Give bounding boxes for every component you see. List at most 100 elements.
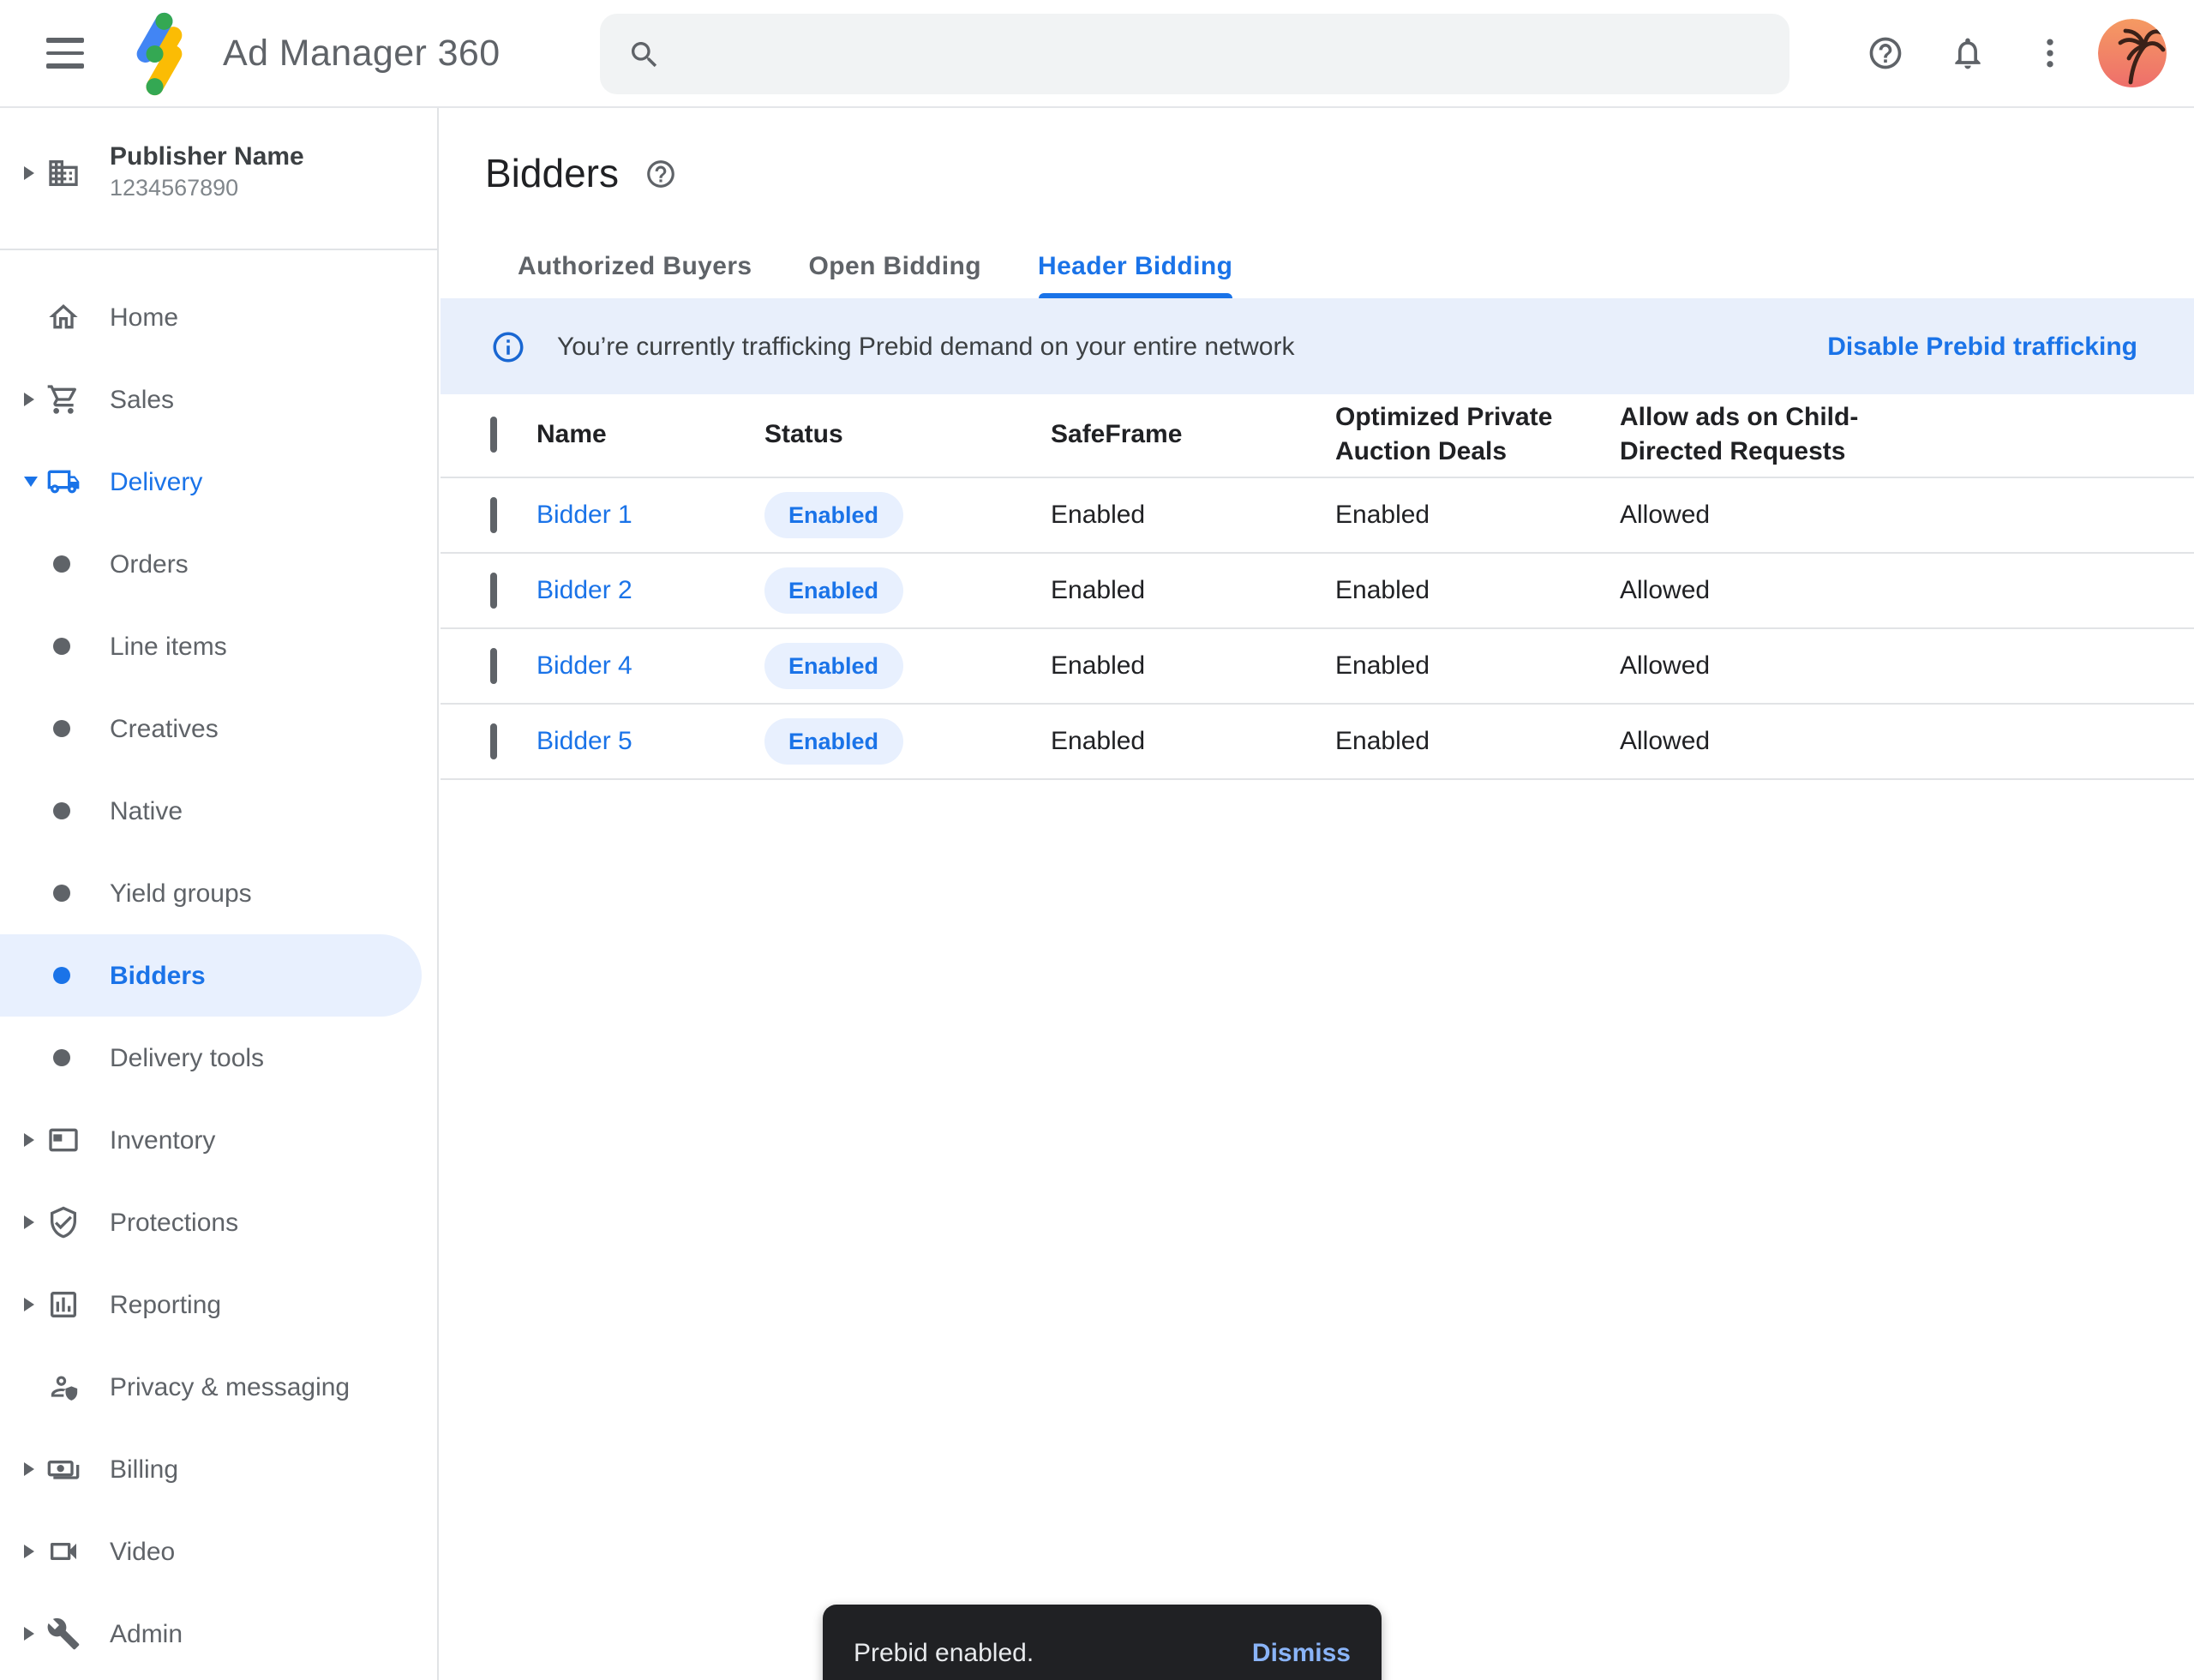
ad-manager-logo-icon xyxy=(125,9,194,98)
shopping-cart-icon xyxy=(46,382,81,417)
column-header-status: Status xyxy=(764,418,1051,453)
caret-right-icon xyxy=(24,1133,46,1147)
notifications-bell-icon[interactable] xyxy=(1947,33,1988,74)
row-checkbox[interactable] xyxy=(490,723,497,759)
caret-right-icon xyxy=(24,1462,46,1476)
user-avatar[interactable] xyxy=(2098,19,2167,87)
toast: Prebid enabled. Dismiss xyxy=(823,1605,1382,1680)
truck-icon xyxy=(46,465,81,499)
safeframe-value: Enabled xyxy=(1051,727,1335,756)
bidders-table: Name Status SafeFrame Optimized Private … xyxy=(441,394,2194,780)
caret-down-icon xyxy=(24,477,46,487)
caret-right-icon xyxy=(24,393,46,406)
page-title: Bidders xyxy=(485,151,619,197)
bidder-link[interactable]: Bidder 2 xyxy=(537,576,632,605)
sidebar-item-line-items[interactable]: Line items xyxy=(0,605,437,687)
sidebar-item-delivery-tools[interactable]: Delivery tools xyxy=(0,1017,437,1099)
building-icon xyxy=(46,156,81,190)
dismiss-button[interactable]: Dismiss xyxy=(1252,1638,1351,1667)
disable-prebid-link[interactable]: Disable Prebid trafficking xyxy=(1827,332,2137,361)
sidebar-item-sales[interactable]: Sales xyxy=(0,358,437,441)
sidebar-item-yield-groups[interactable]: Yield groups xyxy=(0,852,437,934)
inventory-frame-icon xyxy=(46,1123,81,1157)
shield-check-icon xyxy=(46,1205,81,1239)
topbar: Ad Manager 360 xyxy=(0,0,2194,108)
sidebar-item-billing[interactable]: Billing xyxy=(0,1428,437,1510)
search-icon xyxy=(627,37,662,71)
home-icon xyxy=(46,300,81,334)
status-badge: Enabled xyxy=(764,567,902,614)
bullet-icon xyxy=(53,555,70,573)
tab-bar: Authorized Buyers Open Bidding Header Bi… xyxy=(441,235,2194,298)
row-checkbox[interactable] xyxy=(490,573,497,609)
child-directed-value: Allowed xyxy=(1620,501,2194,530)
search-input[interactable] xyxy=(682,12,1789,96)
overflow-menu-icon[interactable] xyxy=(2029,33,2071,74)
tab-header-bidding[interactable]: Header Bidding xyxy=(1038,235,1232,298)
bidder-link[interactable]: Bidder 4 xyxy=(537,651,632,681)
status-badge: Enabled xyxy=(764,718,902,765)
search-bar[interactable] xyxy=(600,14,1789,94)
sidebar-item-native[interactable]: Native xyxy=(0,770,437,852)
safeframe-value: Enabled xyxy=(1051,651,1335,681)
tab-authorized-buyers[interactable]: Authorized Buyers xyxy=(518,235,752,298)
child-directed-value: Allowed xyxy=(1620,727,2194,756)
sidebar-item-inventory[interactable]: Inventory xyxy=(0,1099,437,1181)
opad-value: Enabled xyxy=(1335,576,1620,605)
bullet-icon xyxy=(53,802,70,819)
column-header-child-directed: Allow ads on Child-Directed Requests xyxy=(1620,401,2194,470)
table-row: Bidder 2 Enabled Enabled Enabled Allowed xyxy=(441,554,2194,629)
sidebar-item-bidders[interactable]: Bidders xyxy=(0,934,422,1017)
column-header-name: Name xyxy=(537,418,764,453)
help-icon[interactable] xyxy=(1865,33,1906,74)
sidebar-item-protections[interactable]: Protections xyxy=(0,1181,437,1263)
publisher-switcher[interactable]: Publisher Name 1234567890 xyxy=(0,132,437,214)
opad-value: Enabled xyxy=(1335,727,1620,756)
sidebar-item-delivery[interactable]: Delivery xyxy=(0,441,437,523)
publisher-name: Publisher Name xyxy=(110,141,304,174)
money-icon xyxy=(46,1452,81,1486)
safeframe-value: Enabled xyxy=(1051,576,1335,605)
video-camera-icon xyxy=(46,1534,81,1569)
menu-icon[interactable] xyxy=(46,38,84,69)
toast-message: Prebid enabled. xyxy=(854,1638,1034,1667)
wrench-icon xyxy=(46,1617,81,1651)
opad-value: Enabled xyxy=(1335,501,1620,530)
app-title: Ad Manager 360 xyxy=(223,32,501,75)
tab-open-bidding[interactable]: Open Bidding xyxy=(809,235,981,298)
bidder-link[interactable]: Bidder 1 xyxy=(537,501,632,530)
ad-manager-app: Ad Manager 360 xyxy=(0,0,2194,1680)
status-badge: Enabled xyxy=(764,643,902,689)
table-row: Bidder 4 Enabled Enabled Enabled Allowed xyxy=(441,629,2194,705)
child-directed-value: Allowed xyxy=(1620,651,2194,681)
sidebar-item-privacy-messaging[interactable]: Privacy & messaging xyxy=(0,1346,437,1428)
bidder-link[interactable]: Bidder 5 xyxy=(537,727,632,756)
bullet-icon xyxy=(53,1049,70,1066)
sidebar-item-video[interactable]: Video xyxy=(0,1510,437,1593)
caret-right-icon xyxy=(24,1627,46,1641)
column-header-safeframe: SafeFrame xyxy=(1051,418,1335,453)
sidebar-item-home[interactable]: Home xyxy=(0,276,437,358)
table-row: Bidder 5 Enabled Enabled Enabled Allowed xyxy=(441,705,2194,780)
sidebar-item-creatives[interactable]: Creatives xyxy=(0,687,437,770)
table-header-row: Name Status SafeFrame Optimized Private … xyxy=(441,394,2194,478)
caret-right-icon xyxy=(24,1215,46,1229)
safeframe-value: Enabled xyxy=(1051,501,1335,530)
sidebar-item-reporting[interactable]: Reporting xyxy=(0,1263,437,1346)
prebid-info-banner: You’re currently trafficking Prebid dema… xyxy=(441,298,2194,394)
table-row: Bidder 1 Enabled Enabled Enabled Allowed xyxy=(441,478,2194,554)
bullet-icon xyxy=(53,638,70,655)
person-shield-icon xyxy=(46,1370,81,1404)
child-directed-value: Allowed xyxy=(1620,576,2194,605)
sidebar-item-orders[interactable]: Orders xyxy=(0,523,437,605)
topbar-actions xyxy=(1824,0,2167,106)
status-badge: Enabled xyxy=(764,492,902,538)
publisher-id: 1234567890 xyxy=(110,176,304,205)
column-header-opad: Optimized Private Auction Deals xyxy=(1335,401,1620,470)
title-help-icon[interactable] xyxy=(644,158,677,190)
sidebar-item-admin[interactable]: Admin xyxy=(0,1593,437,1675)
row-checkbox[interactable] xyxy=(490,648,497,684)
caret-right-icon xyxy=(24,1298,46,1311)
row-checkbox[interactable] xyxy=(490,497,497,533)
select-all-checkbox[interactable] xyxy=(490,417,497,453)
